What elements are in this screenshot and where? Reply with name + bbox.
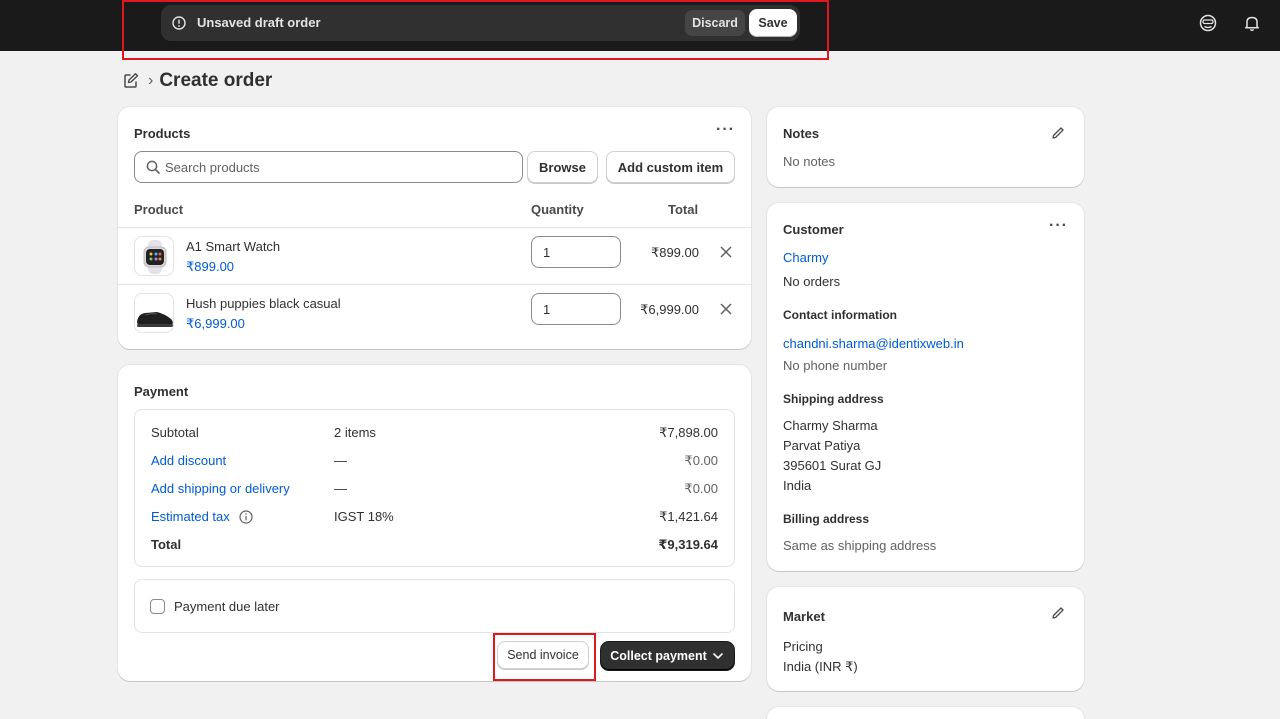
- market-title: Market: [783, 609, 825, 624]
- product-price[interactable]: ₹899.00: [186, 259, 234, 275]
- browse-button[interactable]: Browse: [527, 151, 598, 183]
- more-actions-icon[interactable]: ···: [716, 121, 735, 139]
- subtotal-label: Subtotal: [151, 425, 199, 440]
- shipping-row: Add shipping or delivery — ₹0.00: [151, 481, 718, 501]
- divider: [118, 227, 751, 228]
- pricing-heading: Pricing: [783, 639, 823, 654]
- discard-button[interactable]: Discard: [685, 10, 745, 36]
- breadcrumb: › Create order: [122, 68, 272, 94]
- notes-title: Notes: [783, 126, 820, 141]
- edit-pencil-icon[interactable]: [1051, 126, 1065, 140]
- notes-text: No notes: [783, 154, 836, 169]
- products-card: Products ··· Browse Add custom item Prod…: [118, 107, 751, 349]
- payment-title: Payment: [134, 384, 189, 399]
- shipping-line: India: [783, 478, 812, 493]
- collect-payment-label: Collect payment: [610, 649, 707, 663]
- discount-detail: —: [334, 453, 347, 468]
- customer-card: Customer ··· Charmy No orders Contact in…: [767, 203, 1084, 571]
- subtotal-amount: ₹7,898.00: [659, 425, 718, 440]
- column-header-product: Product: [134, 202, 184, 217]
- search-field: [134, 151, 523, 183]
- tax-row: Estimated tax IGST 18% ₹1,421.64: [151, 509, 718, 529]
- total-amount: ₹9,319.64: [658, 537, 718, 552]
- billing-text: Same as shipping address: [783, 538, 937, 553]
- collect-payment-button[interactable]: Collect payment: [601, 642, 734, 670]
- remove-item-icon[interactable]: [720, 303, 732, 315]
- smart-watch-image: [143, 240, 167, 274]
- customer-phone: No phone number: [783, 358, 888, 373]
- product-name[interactable]: A1 Smart Watch: [186, 239, 280, 254]
- pricing-value: India (INR ₹): [783, 659, 858, 674]
- notes-card: Notes No notes: [767, 107, 1084, 187]
- column-header-total: Total: [668, 202, 699, 217]
- bell-icon[interactable]: [1243, 14, 1261, 32]
- total-label: Total: [151, 537, 182, 552]
- shipping-line: Charmy Sharma: [783, 418, 878, 433]
- draft-order-icon[interactable]: [122, 72, 140, 90]
- top-bar: Unsaved draft order Discard Save: [0, 0, 1280, 51]
- shipping-line: 395601 Surat GJ: [783, 458, 882, 473]
- billing-heading: Billing address: [783, 512, 870, 526]
- subtotal-items: 2 items: [334, 425, 376, 440]
- search-input[interactable]: [165, 158, 505, 176]
- contact-heading: Contact information: [783, 308, 897, 322]
- page-title: Create order: [159, 70, 273, 91]
- customer-title: Customer: [783, 222, 844, 237]
- product-thumbnail: [134, 293, 174, 333]
- edit-pencil-icon[interactable]: [1051, 606, 1065, 620]
- quantity-input[interactable]: [531, 236, 621, 268]
- payment-summary: Subtotal 2 items ₹7,898.00 Add discount …: [134, 409, 735, 567]
- product-price[interactable]: ₹6,999.00: [186, 316, 245, 332]
- shipping-line: Parvat Patiya: [783, 438, 861, 453]
- info-icon[interactable]: [239, 510, 253, 524]
- customer-email-link[interactable]: chandni.sharma@identixweb.in: [783, 336, 964, 351]
- tax-detail: IGST 18%: [334, 509, 394, 524]
- remove-item-icon[interactable]: [720, 246, 732, 258]
- more-actions-icon[interactable]: ···: [1049, 217, 1068, 235]
- line-total: ₹6,999.00: [640, 302, 699, 317]
- subtotal-row: Subtotal 2 items ₹7,898.00: [151, 425, 718, 445]
- add-custom-item-button[interactable]: Add custom item: [606, 151, 735, 183]
- chevron-right-icon: ›: [148, 72, 154, 89]
- payment-card: Payment Subtotal 2 items ₹7,898.00 Add d…: [118, 365, 751, 681]
- save-button[interactable]: Save: [749, 9, 797, 37]
- line-total: ₹899.00: [650, 245, 699, 260]
- column-header-quantity: Quantity: [531, 202, 584, 217]
- search-icon: [146, 160, 160, 174]
- total-row: Total ₹9,319.64: [151, 537, 718, 557]
- unsaved-draft-bar: Unsaved draft order Discard Save: [161, 5, 800, 41]
- avatar-icon[interactable]: [1199, 14, 1217, 32]
- payment-due-later-box: Payment due later: [134, 579, 735, 633]
- customer-name-link[interactable]: Charmy: [783, 250, 829, 265]
- shipping-detail: —: [334, 481, 347, 496]
- divider: [118, 284, 751, 285]
- black-shoe-image: [137, 312, 173, 327]
- shipping-heading: Shipping address: [783, 392, 884, 406]
- add-discount-link[interactable]: Add discount: [151, 453, 226, 468]
- market-card: Market Pricing India (INR ₹): [767, 587, 1084, 691]
- chevron-down-icon: [713, 653, 723, 660]
- customer-orders: No orders: [783, 274, 841, 289]
- products-title: Products: [134, 126, 191, 141]
- alert-circle-icon: [172, 16, 186, 30]
- draft-message: Unsaved draft order: [197, 15, 321, 30]
- discount-amount: ₹0.00: [684, 453, 718, 468]
- discount-row: Add discount — ₹0.00: [151, 453, 718, 473]
- payment-due-later-label[interactable]: Payment due later: [174, 599, 280, 614]
- add-shipping-link[interactable]: Add shipping or delivery: [151, 481, 290, 496]
- send-invoice-button[interactable]: Send invoice: [497, 641, 589, 669]
- quantity-input[interactable]: [531, 293, 621, 325]
- product-thumbnail: [134, 236, 174, 276]
- payment-due-later-checkbox[interactable]: [150, 599, 165, 614]
- product-name[interactable]: Hush puppies black casual: [186, 296, 341, 311]
- next-card: [767, 707, 1084, 719]
- estimated-tax-link[interactable]: Estimated tax: [151, 509, 230, 524]
- tax-amount: ₹1,421.64: [659, 509, 718, 524]
- shipping-amount: ₹0.00: [684, 481, 718, 496]
